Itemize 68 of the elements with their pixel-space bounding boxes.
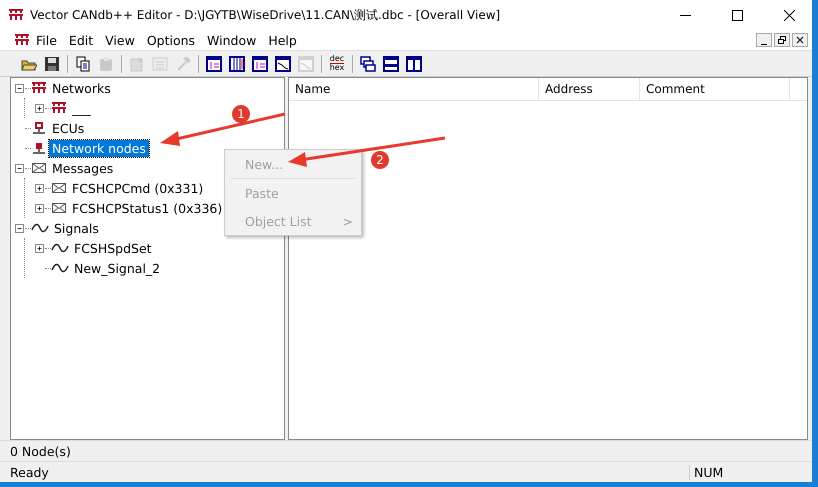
tree-item[interactable]: ___ xyxy=(69,100,94,116)
menu-item[interactable]: Options xyxy=(140,32,202,48)
envelope-icon xyxy=(51,202,67,214)
expand-icon[interactable] xyxy=(35,204,44,212)
app-icon xyxy=(8,8,24,22)
column-header[interactable]: Name xyxy=(289,78,539,100)
clipboard-icon xyxy=(98,56,114,72)
copy-icon xyxy=(75,56,91,72)
document-menu-icon xyxy=(14,33,30,47)
tree-item[interactable]: FCSHCPStatus1 (0x336) xyxy=(69,200,226,216)
chart-window-icon xyxy=(298,56,314,72)
tree-item[interactable]: Network nodes xyxy=(49,140,149,156)
minimize-button[interactable] xyxy=(756,33,772,47)
num-lock-indicator: NUM xyxy=(689,464,804,480)
chart-window-icon xyxy=(275,56,291,72)
wave-icon xyxy=(51,242,69,254)
menu-item[interactable]: Help xyxy=(262,32,303,48)
column-header[interactable]: Comment xyxy=(640,78,790,100)
ecu-icon xyxy=(31,121,47,135)
cascade-icon xyxy=(360,56,376,72)
network-icon xyxy=(51,101,67,115)
floppy-icon xyxy=(44,56,60,72)
close-icon xyxy=(796,36,804,44)
envelope-icon xyxy=(31,162,47,174)
minimize-icon xyxy=(680,14,690,16)
list-icon xyxy=(152,56,168,72)
tree-item[interactable]: Signals xyxy=(51,220,102,236)
envelope-icon xyxy=(51,182,67,194)
expand-icon[interactable] xyxy=(35,104,44,112)
columns-icon xyxy=(229,56,245,72)
step-badge: 1 xyxy=(232,105,250,123)
collapse-icon[interactable] xyxy=(15,224,24,232)
split-vertical-icon xyxy=(406,56,422,72)
step-badge: 2 xyxy=(371,151,389,169)
network-icon xyxy=(31,81,47,95)
tree-item[interactable]: FCSHSpdSet xyxy=(71,240,155,256)
collapse-icon[interactable] xyxy=(15,84,24,92)
status-text: Ready xyxy=(10,464,49,480)
document-icon xyxy=(129,56,145,72)
tree-item[interactable]: Messages xyxy=(49,160,116,176)
menu-item[interactable]: Edit xyxy=(62,32,100,48)
status-text: 0 Node(s) xyxy=(10,444,71,458)
window-icon xyxy=(252,56,268,72)
wave-icon xyxy=(31,222,49,234)
expand-icon[interactable] xyxy=(35,244,44,252)
split-horizontal-icon xyxy=(383,56,399,72)
collapse-icon[interactable] xyxy=(15,164,24,172)
window-title: Vector CANdb++ Editor - D:\JGYTB\WiseDrive\11.CAN\测试.dbc - [Overall View] xyxy=(30,6,502,24)
tree-item[interactable]: Networks xyxy=(49,80,114,96)
restore-button[interactable] xyxy=(774,33,790,47)
menu-item[interactable]: File xyxy=(30,32,63,48)
tool-icon xyxy=(175,56,191,72)
tree-item[interactable]: FCSHCPCmd (0x331) xyxy=(69,180,206,196)
close-button[interactable] xyxy=(792,33,808,47)
maximize-icon xyxy=(732,10,742,20)
submenu-arrow: > xyxy=(342,214,353,228)
window-icon xyxy=(206,56,222,72)
wave-icon xyxy=(51,262,69,274)
menu-item[interactable]: Window xyxy=(201,32,262,48)
tree-item[interactable]: New_Signal_2 xyxy=(71,260,164,276)
expand-icon[interactable] xyxy=(35,184,44,192)
restore-icon xyxy=(778,36,786,44)
menu-item[interactable]: View xyxy=(99,32,141,48)
node-icon xyxy=(31,141,47,155)
dec-hex-button[interactable]: dec hex xyxy=(326,52,348,74)
column-header[interactable]: Address xyxy=(539,78,640,100)
close-icon xyxy=(784,10,794,20)
tree-item[interactable]: ECUs xyxy=(49,120,88,136)
